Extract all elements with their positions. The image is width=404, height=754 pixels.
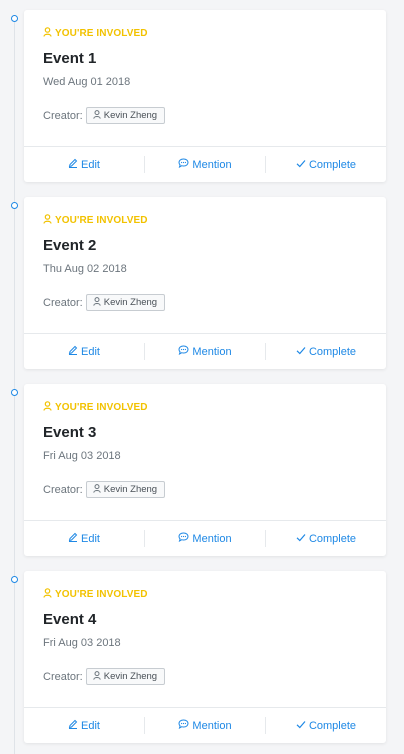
event-actions: Edit Mention Complete <box>24 333 386 369</box>
pencil-icon <box>68 719 81 732</box>
event-card: YOU'RE INVOLVED Event 4 Fri Aug 03 2018 … <box>24 571 386 743</box>
mention-button[interactable]: Mention <box>144 156 265 173</box>
creator-label: Creator: <box>43 109 83 122</box>
event-date: Thu Aug 02 2018 <box>43 263 127 275</box>
complete-label: Complete <box>308 158 357 171</box>
edit-button[interactable]: Edit <box>24 156 144 173</box>
creator-name: Kevin Zheng <box>103 671 158 682</box>
event-timeline: YOU'RE INVOLVED Event 1 Wed Aug 01 2018 … <box>0 0 404 754</box>
event-card: YOU'RE INVOLVED Event 2 Thu Aug 02 2018 … <box>24 197 386 369</box>
creator-chip[interactable]: Kevin Zheng <box>85 294 166 311</box>
edit-label: Edit <box>81 532 100 545</box>
event-title: Event 2 <box>43 237 97 254</box>
event-title: Event 3 <box>43 424 97 441</box>
creator-label: Creator: <box>43 483 83 496</box>
check-icon <box>296 533 309 545</box>
edit-button[interactable]: Edit <box>24 343 144 360</box>
event-card: YOU'RE INVOLVED Event 3 Fri Aug 03 2018 … <box>24 384 386 556</box>
user-icon <box>43 401 55 414</box>
mention-label: Mention <box>192 719 232 732</box>
creator-name: Kevin Zheng <box>103 484 158 495</box>
mention-label: Mention <box>192 345 232 358</box>
event-actions: Edit Mention Complete <box>24 520 386 556</box>
event-actions: Edit Mention Complete <box>24 707 386 743</box>
user-icon <box>93 483 104 496</box>
creator-chip[interactable]: Kevin Zheng <box>85 481 166 498</box>
user-icon <box>43 214 55 227</box>
edit-button[interactable]: Edit <box>24 530 144 547</box>
user-icon <box>43 27 55 40</box>
mention-label: Mention <box>192 532 232 545</box>
involved-badge: YOU'RE INVOLVED <box>43 214 148 227</box>
timeline-event: YOU'RE INVOLVED Event 2 Thu Aug 02 2018 … <box>0 197 404 369</box>
pencil-icon <box>68 158 81 171</box>
event-date: Fri Aug 03 2018 <box>43 450 121 462</box>
event-date: Wed Aug 01 2018 <box>43 76 131 88</box>
mention-button[interactable]: Mention <box>144 717 265 734</box>
edit-label: Edit <box>81 345 100 358</box>
event-actions: Edit Mention Complete <box>24 146 386 182</box>
user-icon <box>93 296 104 309</box>
user-icon <box>93 109 104 122</box>
comment-icon <box>178 719 192 732</box>
creator-row: Creator: Kevin Zheng <box>43 668 166 685</box>
creator-name: Kevin Zheng <box>103 110 158 121</box>
timeline-dot-icon <box>11 389 18 396</box>
involved-label: YOU'RE INVOLVED <box>55 402 148 413</box>
creator-label: Creator: <box>43 670 83 683</box>
involved-badge: YOU'RE INVOLVED <box>43 401 148 414</box>
creator-chip[interactable]: Kevin Zheng <box>85 107 166 124</box>
creator-name: Kevin Zheng <box>103 297 158 308</box>
mention-button[interactable]: Mention <box>144 343 265 360</box>
involved-badge: YOU'RE INVOLVED <box>43 588 148 601</box>
check-icon <box>296 720 309 732</box>
comment-icon <box>178 158 192 171</box>
complete-label: Complete <box>308 719 357 732</box>
check-icon <box>296 159 309 171</box>
check-icon <box>296 346 309 358</box>
involved-label: YOU'RE INVOLVED <box>55 215 148 226</box>
complete-button[interactable]: Complete <box>265 530 386 547</box>
complete-label: Complete <box>308 345 357 358</box>
edit-button[interactable]: Edit <box>24 717 144 734</box>
event-title: Event 1 <box>43 50 97 67</box>
event-date: Fri Aug 03 2018 <box>43 637 121 649</box>
creator-label: Creator: <box>43 296 83 309</box>
user-icon <box>93 670 104 683</box>
event-card: YOU'RE INVOLVED Event 1 Wed Aug 01 2018 … <box>24 10 386 182</box>
timeline-event: YOU'RE INVOLVED Event 1 Wed Aug 01 2018 … <box>0 10 404 182</box>
mention-label: Mention <box>192 158 232 171</box>
edit-label: Edit <box>81 719 100 732</box>
creator-chip[interactable]: Kevin Zheng <box>85 668 166 685</box>
pencil-icon <box>68 345 81 358</box>
timeline-dot-icon <box>11 576 18 583</box>
creator-row: Creator: Kevin Zheng <box>43 294 166 311</box>
complete-label: Complete <box>308 532 357 545</box>
complete-button[interactable]: Complete <box>265 717 386 734</box>
complete-button[interactable]: Complete <box>265 343 386 360</box>
complete-button[interactable]: Complete <box>265 156 386 173</box>
event-title: Event 4 <box>43 611 97 628</box>
edit-label: Edit <box>81 158 100 171</box>
involved-badge: YOU'RE INVOLVED <box>43 27 148 40</box>
comment-icon <box>178 532 192 545</box>
creator-row: Creator: Kevin Zheng <box>43 107 166 124</box>
timeline-event: YOU'RE INVOLVED Event 3 Fri Aug 03 2018 … <box>0 384 404 556</box>
creator-row: Creator: Kevin Zheng <box>43 481 166 498</box>
timeline-dot-icon <box>11 15 18 22</box>
timeline-event: YOU'RE INVOLVED Event 4 Fri Aug 03 2018 … <box>0 571 404 743</box>
involved-label: YOU'RE INVOLVED <box>55 28 148 39</box>
comment-icon <box>178 345 192 358</box>
timeline-dot-icon <box>11 202 18 209</box>
involved-label: YOU'RE INVOLVED <box>55 589 148 600</box>
user-icon <box>43 588 55 601</box>
pencil-icon <box>68 532 81 545</box>
mention-button[interactable]: Mention <box>144 530 265 547</box>
